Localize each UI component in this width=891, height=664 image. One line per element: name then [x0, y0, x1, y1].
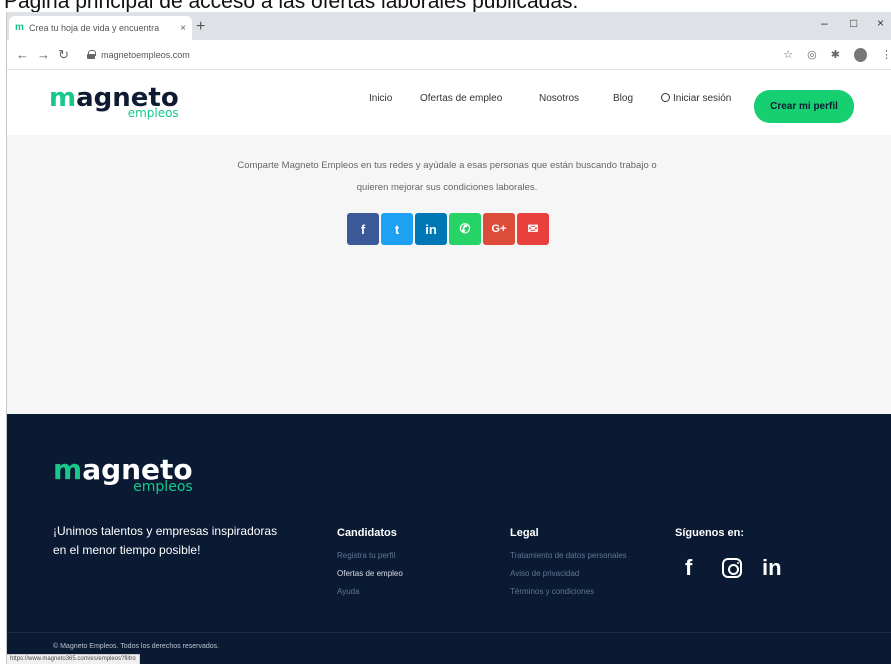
share-facebook-button[interactable]: f: [347, 213, 379, 245]
nav-nosotros[interactable]: Nosotros: [539, 93, 579, 104]
nav-blog[interactable]: Blog: [613, 93, 633, 104]
footer-candidatos-heading: Candidatos: [337, 527, 397, 539]
forward-icon[interactable]: →: [37, 47, 50, 62]
minimize-button[interactable]: –: [821, 16, 828, 30]
footer-link-ofertas[interactable]: Ofertas de empleo: [337, 569, 403, 578]
browser-tab[interactable]: m Crea tu hoja de vida y encuentra ×: [9, 16, 192, 40]
create-profile-button[interactable]: Crear mi perfil: [754, 90, 854, 123]
site-logo[interactable]: magneto empleos: [49, 85, 179, 119]
nav-ofertas[interactable]: Ofertas de empleo: [420, 93, 502, 104]
site-footer: magneto empleos ¡Unimos talentos y empre…: [7, 414, 891, 664]
footer-link-registra[interactable]: Registra tu perfil: [337, 551, 395, 560]
footer-link-terminos[interactable]: Términos y condiciones: [510, 587, 594, 596]
menu-icon[interactable]: ⋮: [881, 48, 891, 61]
instagram-icon: [722, 558, 742, 578]
share-google-plus-button[interactable]: G+: [483, 213, 515, 245]
footer-link-datos[interactable]: Tratamiento de datos personales: [510, 551, 627, 560]
login-icon: [661, 93, 670, 102]
share-message: Comparte Magneto Empleos en tus redes y …: [237, 160, 657, 193]
link-status-bar: https://www.magneto365.com/es/empleos?fi…: [7, 654, 140, 664]
share-email-button[interactable]: ✉: [517, 213, 549, 245]
share-buttons: f t in ✆ G+ ✉: [347, 213, 549, 245]
browser-window: m Crea tu hoja de vida y encuentra × + –…: [6, 12, 891, 664]
star-icon[interactable]: ☆: [783, 48, 793, 61]
footer-divider: [7, 632, 891, 633]
nav-inicio[interactable]: Inicio: [369, 93, 392, 104]
footer-social-heading: Síguenos en:: [675, 527, 745, 539]
share-linkedin-button[interactable]: in: [415, 213, 447, 245]
facebook-icon[interactable]: f: [685, 554, 692, 582]
linkedin-icon[interactable]: in: [762, 554, 782, 582]
tab-title: Crea tu hoja de vida y encuentra: [29, 23, 160, 33]
lock-icon: [87, 50, 97, 59]
instagram-link[interactable]: [722, 554, 742, 578]
tab-close-icon[interactable]: ×: [180, 23, 186, 34]
web-page: magneto empleos Inicio Ofertas de empleo…: [7, 71, 891, 664]
puzzle-icon[interactable]: ✱: [831, 48, 840, 61]
login-link[interactable]: Iniciar sesión: [661, 93, 731, 104]
site-header: magneto empleos Inicio Ofertas de empleo…: [7, 71, 891, 135]
share-whatsapp-button[interactable]: ✆: [449, 213, 481, 245]
copyright-text: © Magneto Empleos. Todos los derechos re…: [53, 643, 220, 650]
close-window-button[interactable]: ×: [877, 16, 884, 30]
extension-icon[interactable]: ◎: [807, 48, 817, 61]
tab-strip: m Crea tu hoja de vida y encuentra × + –…: [7, 12, 891, 40]
url-text: magnetoempleos.com: [101, 49, 190, 60]
browser-toolbar: ← → ↻ magnetoempleos.com ☆ ◎ ✱ ⋮: [7, 40, 891, 70]
footer-link-privacidad[interactable]: Aviso de privacidad: [510, 569, 579, 578]
footer-legal-heading: Legal: [510, 527, 539, 539]
new-tab-button[interactable]: +: [196, 18, 205, 36]
address-bar[interactable]: magnetoempleos.com: [81, 44, 769, 66]
favicon-icon: m: [15, 22, 24, 33]
footer-link-ayuda[interactable]: Ayuda: [337, 587, 360, 596]
footer-tagline: ¡Unimos talentos y empresas inspiradoras…: [53, 524, 278, 557]
profile-avatar[interactable]: [854, 47, 868, 62]
reload-icon[interactable]: ↻: [58, 47, 69, 63]
back-icon[interactable]: ←: [16, 47, 29, 62]
maximize-button[interactable]: □: [850, 16, 857, 30]
footer-logo: magneto empleos: [53, 453, 193, 495]
share-twitter-button[interactable]: t: [381, 213, 413, 245]
